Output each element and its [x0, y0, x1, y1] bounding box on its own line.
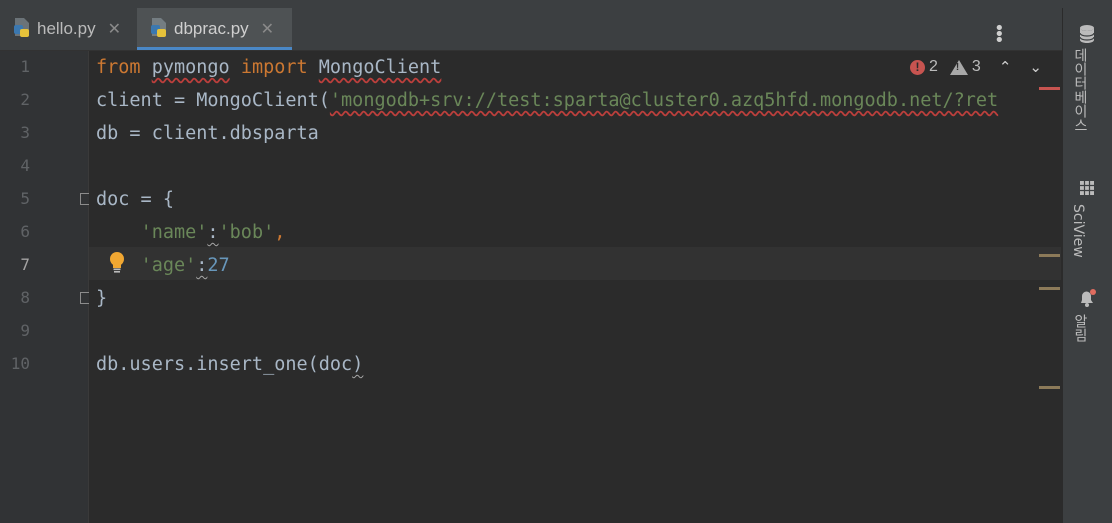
database-tool-label[interactable]: 데이터베이스	[1070, 48, 1090, 132]
code-line-5[interactable]: doc = {	[96, 183, 174, 216]
line-number: 8	[20, 288, 30, 307]
tab-hello-py[interactable]: hello.py ✕	[0, 8, 135, 50]
number-literal: 27	[207, 255, 230, 276]
line-number: 1	[20, 57, 30, 76]
code-line-8[interactable]: }	[96, 282, 107, 315]
line-number: 3	[20, 123, 30, 142]
module-name: pymongo	[151, 57, 230, 78]
lightbulb-icon[interactable]	[107, 250, 127, 278]
previous-highlight-icon[interactable]: ⌃	[999, 58, 1012, 76]
imported-name: MongoClient	[318, 57, 442, 78]
code-editor[interactable]: from pymongo import MongoClient client =…	[89, 51, 1061, 523]
tab-label: hello.py	[37, 19, 96, 38]
code-text: db.users.insert_one(doc	[96, 354, 353, 375]
line-number: 4	[20, 156, 30, 175]
inspection-widget[interactable]: ! 2 ! 3 ⌃ ⌄	[910, 58, 1042, 76]
code-line-10[interactable]: db.users.insert_one(doc)	[96, 348, 363, 381]
code-text: )	[352, 354, 364, 375]
line-number: 10	[10, 354, 30, 373]
warning-count: 3	[971, 58, 981, 75]
tab-dbprac-py[interactable]: dbprac.py ✕	[137, 8, 292, 50]
python-file-icon	[12, 16, 32, 43]
error-stripe-marker[interactable]	[1039, 87, 1060, 90]
string-literal: 'age'	[140, 255, 197, 276]
sciview-tool-label[interactable]: SciView	[1070, 204, 1086, 258]
close-icon[interactable]: ✕	[108, 19, 121, 39]
error-icon: !	[910, 59, 925, 75]
warning-icon: !	[949, 59, 968, 75]
editor-tab-bar: hello.py ✕ dbprac.py ✕ • • •	[0, 8, 1062, 51]
current-line-highlight	[89, 247, 1061, 280]
warning-stripe-marker[interactable]	[1039, 386, 1060, 389]
string-literal: 'bob'	[218, 222, 275, 243]
sciview-icon[interactable]	[1079, 180, 1095, 200]
next-highlight-icon[interactable]: ⌄	[1029, 58, 1042, 76]
comma: ,	[274, 222, 286, 243]
error-count: 2	[929, 58, 938, 75]
line-number: 9	[20, 321, 30, 340]
string-literal: 'name'	[140, 222, 208, 243]
code-line-3[interactable]: db = client.dbsparta	[96, 117, 319, 150]
keyword-import: import	[240, 57, 308, 78]
more-options-icon[interactable]: • • •	[994, 20, 1005, 50]
warning-stripe-marker[interactable]	[1039, 287, 1060, 290]
line-number: 5	[20, 189, 30, 208]
line-number-gutter: 1 2 3 4 5 6 7 8 9 10	[0, 51, 89, 523]
code-text: client = MongoClient(	[96, 90, 330, 111]
notifications-tool-label[interactable]: 알림	[1070, 314, 1090, 342]
tab-label: dbprac.py	[174, 19, 249, 38]
python-file-icon	[149, 16, 169, 43]
close-icon[interactable]: ✕	[261, 19, 274, 39]
warning-stripe-marker[interactable]	[1039, 254, 1060, 257]
code-line-6[interactable]: 'name':'bob',	[96, 216, 286, 249]
right-tool-window-bar: 데이터베이스 SciView 알림	[1062, 8, 1112, 523]
keyword-from: from	[96, 57, 141, 78]
notifications-bell-icon[interactable]	[1078, 288, 1098, 312]
code-line-1[interactable]: from pymongo import MongoClient	[96, 51, 441, 84]
line-number: 6	[20, 222, 30, 241]
line-number: 7	[20, 255, 30, 274]
colon: :	[207, 222, 219, 243]
line-number: 2	[20, 90, 30, 109]
code-line-2[interactable]: client = MongoClient('mongodb+srv://test…	[96, 84, 998, 117]
string-literal: 'mongodb+srv://test:sparta@cluster0.azq5…	[329, 90, 999, 111]
database-icon[interactable]	[1078, 24, 1096, 48]
colon: :	[196, 255, 208, 276]
